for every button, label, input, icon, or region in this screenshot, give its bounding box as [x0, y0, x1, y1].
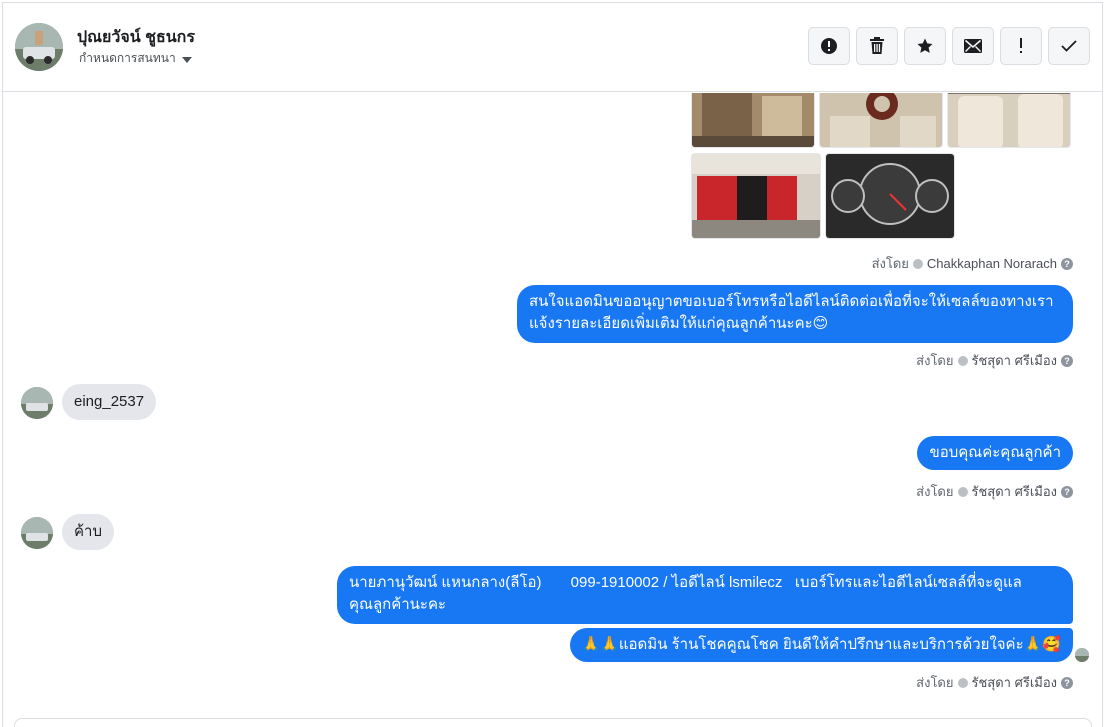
- sent-by-label: ส่งโดย รัชสุดา ศรีเมือง ?: [916, 481, 1073, 502]
- agent-status-dot: [957, 486, 968, 497]
- check-icon: [1061, 40, 1077, 52]
- mark-done-button[interactable]: [1048, 27, 1090, 65]
- contact-name: ปุณยวัจน์ ชูธนกร: [77, 29, 195, 46]
- help-icon[interactable]: ?: [1061, 676, 1073, 689]
- sent-by-label: ส่งโดย Chakkaphan Norarach ?: [872, 253, 1073, 274]
- agent-status-dot: [912, 258, 923, 269]
- sent-by-prefix: ส่งโดย: [871, 256, 909, 271]
- photo-attachment[interactable]: [691, 93, 815, 148]
- exclamation-icon: [1020, 38, 1022, 53]
- mark-unread-button[interactable]: [952, 27, 994, 65]
- agent-name[interactable]: รัชสุดา ศรีเมือง: [972, 672, 1058, 693]
- message-line: แจ้งรายละเอียดเพิ่มเติมให้แก่คุณลูกค้านะ…: [529, 315, 829, 332]
- outgoing-message[interactable]: สนใจแอดมินขออนุญาตขอเบอร์โทรหรือไอดีไลน์…: [517, 285, 1073, 343]
- incoming-message[interactable]: ค้าบ: [62, 514, 114, 550]
- agent-status-dot: [957, 677, 968, 688]
- sent-by-prefix: ส่งโดย: [916, 484, 954, 499]
- contact-avatar[interactable]: [15, 23, 63, 71]
- message-line: คุณลูกค้านะคะ: [349, 596, 447, 613]
- outgoing-message[interactable]: 🙏🙏แอดมิน ร้านโชคคูณโชค ยินดีให้คำปรึกษาแ…: [569, 628, 1073, 662]
- help-icon[interactable]: ?: [1061, 485, 1073, 498]
- photo-attachment[interactable]: [691, 153, 821, 239]
- assign-label: กำหนดการสนทนา: [79, 51, 176, 65]
- help-icon[interactable]: ?: [1061, 354, 1073, 367]
- help-icon[interactable]: ?: [1061, 257, 1073, 270]
- outgoing-message[interactable]: นายภานุวัฒน์ แหนกลาง(ลีโอ) 099-1910002 /…: [337, 566, 1073, 624]
- incoming-message[interactable]: eing_2537: [62, 384, 157, 420]
- caret-down-icon: [181, 56, 192, 63]
- photo-attachment[interactable]: [819, 93, 943, 148]
- message-line: สนใจแอดมินขออนุญาตขอเบอร์โทรหรือไอดีไลน์…: [529, 293, 1054, 310]
- sent-by-label: ส่งโดย รัชสุดา ศรีเมือง ?: [916, 350, 1073, 371]
- message-thread[interactable]: ส่งโดย Chakkaphan Norarach ? สนใจแอดมินข…: [3, 93, 1102, 727]
- star-button[interactable]: [904, 27, 946, 65]
- seen-avatar: [1075, 648, 1089, 662]
- photo-attachment[interactable]: [825, 153, 955, 239]
- sent-by-prefix: ส่งโดย: [916, 353, 954, 368]
- follow-up-button[interactable]: [1000, 27, 1042, 65]
- mark-spam-button[interactable]: [808, 27, 850, 65]
- agent-name[interactable]: Chakkaphan Norarach: [927, 256, 1057, 271]
- contact-avatar-small[interactable]: [21, 387, 53, 419]
- envelope-icon: [964, 39, 982, 53]
- message-composer[interactable]: [14, 718, 1092, 727]
- conversation-header: ปุณยวัจน์ ชูธนกร กำหนดการสนทนา: [3, 3, 1102, 92]
- conversation-toolbar: [808, 27, 1090, 65]
- trash-icon: [870, 37, 884, 54]
- photo-attachment[interactable]: [947, 93, 1071, 148]
- agent-name[interactable]: รัชสุดา ศรีเมือง: [972, 481, 1058, 502]
- contact-avatar-small[interactable]: [21, 517, 53, 549]
- star-icon: [917, 38, 933, 53]
- message-line: นายภานุวัฒน์ แหนกลาง(ลีโอ) 099-1910002 /…: [349, 574, 1022, 591]
- sent-by-label: ส่งโดย รัชสุดา ศรีเมือง ?: [916, 672, 1073, 693]
- conversation-panel: ปุณยวัจน์ ชูธนกร กำหนดการสนทนา ส่งโดย Ch…: [2, 2, 1103, 727]
- outgoing-message[interactable]: ขอบคุณค่ะคุณลูกค้า: [917, 436, 1073, 470]
- alert-circle-icon: [821, 38, 837, 54]
- sent-by-prefix: ส่งโดย: [916, 675, 954, 690]
- agent-name[interactable]: รัชสุดา ศรีเมือง: [972, 350, 1058, 371]
- agent-status-dot: [957, 355, 968, 366]
- assign-conversation-dropdown[interactable]: กำหนดการสนทนา: [79, 49, 192, 68]
- delete-button[interactable]: [856, 27, 898, 65]
